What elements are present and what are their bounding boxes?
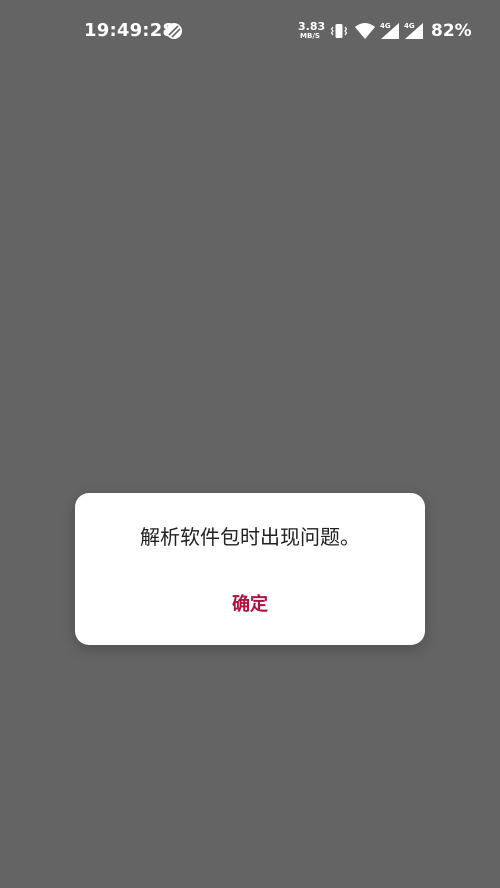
status-bar: 19:49:28 3.83 MB/S 4G 4G 82% <box>0 0 500 62</box>
error-dialog: 解析软件包时出现问题。 确定 <box>75 493 425 645</box>
network-speed-unit: MB/S <box>300 32 320 40</box>
signal-icon <box>405 23 423 39</box>
battery-level: 82% <box>431 21 472 41</box>
no-disturb-icon <box>166 23 182 39</box>
status-clock: 19:49:28 <box>84 20 176 41</box>
network-speed-value: 3.83 <box>298 20 326 33</box>
wifi-icon <box>355 23 375 39</box>
signal-icon <box>381 23 399 39</box>
vibrate-icon <box>330 24 348 38</box>
network-speed: 3.83 MB/S <box>298 20 326 40</box>
confirm-button[interactable]: 确定 <box>200 585 300 625</box>
dialog-message: 解析软件包时出现问题。 <box>140 525 360 549</box>
